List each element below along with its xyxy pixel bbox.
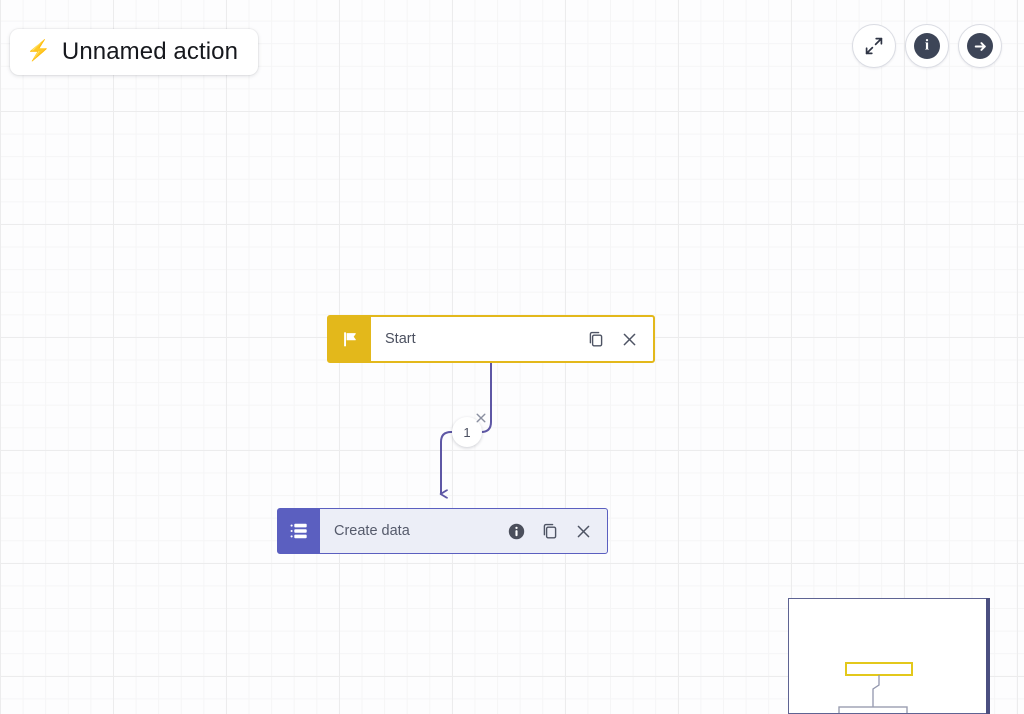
info-button[interactable]: i bbox=[905, 24, 949, 68]
arrow-right-circle-icon bbox=[967, 33, 993, 59]
close-icon[interactable] bbox=[574, 522, 593, 541]
toolbar: i bbox=[852, 24, 1002, 68]
flag-icon bbox=[329, 317, 371, 361]
list-rows-icon bbox=[278, 509, 320, 553]
flow-node-start-label: Start bbox=[385, 331, 416, 347]
expand-button[interactable] bbox=[852, 24, 896, 68]
connector-badge-label: 1 bbox=[463, 424, 471, 440]
flow-node-start-tools bbox=[586, 329, 639, 349]
minimap[interactable] bbox=[788, 598, 988, 714]
duplicate-icon[interactable] bbox=[586, 329, 606, 349]
close-icon[interactable] bbox=[620, 330, 639, 349]
lightning-bolt-icon: ⚡ bbox=[26, 40, 51, 62]
action-title-pill[interactable]: ⚡ Unnamed action bbox=[10, 29, 259, 75]
minimap-viewport-indicator[interactable] bbox=[986, 598, 990, 714]
duplicate-icon[interactable] bbox=[540, 521, 560, 541]
expand-arrows-icon bbox=[863, 35, 885, 57]
info-circle-icon: i bbox=[914, 33, 940, 59]
flow-node-create-data-tools bbox=[507, 521, 593, 541]
page-title: Unnamed action bbox=[61, 38, 239, 65]
flow-node-create-data[interactable]: Create data bbox=[277, 508, 608, 554]
minimap-node-create-data bbox=[838, 706, 908, 713]
flow-node-create-data-label: Create data bbox=[334, 523, 410, 539]
flow-node-start[interactable]: Start bbox=[327, 315, 655, 363]
flow-node-start-body: Start bbox=[371, 317, 653, 361]
minimap-connector bbox=[872, 675, 880, 709]
info-icon[interactable] bbox=[507, 522, 526, 541]
connector-delete-icon[interactable] bbox=[474, 411, 488, 425]
flow-node-create-data-body: Create data bbox=[320, 509, 607, 553]
info-letter: i bbox=[924, 37, 930, 53]
minimap-node-start bbox=[845, 662, 913, 676]
next-button[interactable] bbox=[958, 24, 1002, 68]
